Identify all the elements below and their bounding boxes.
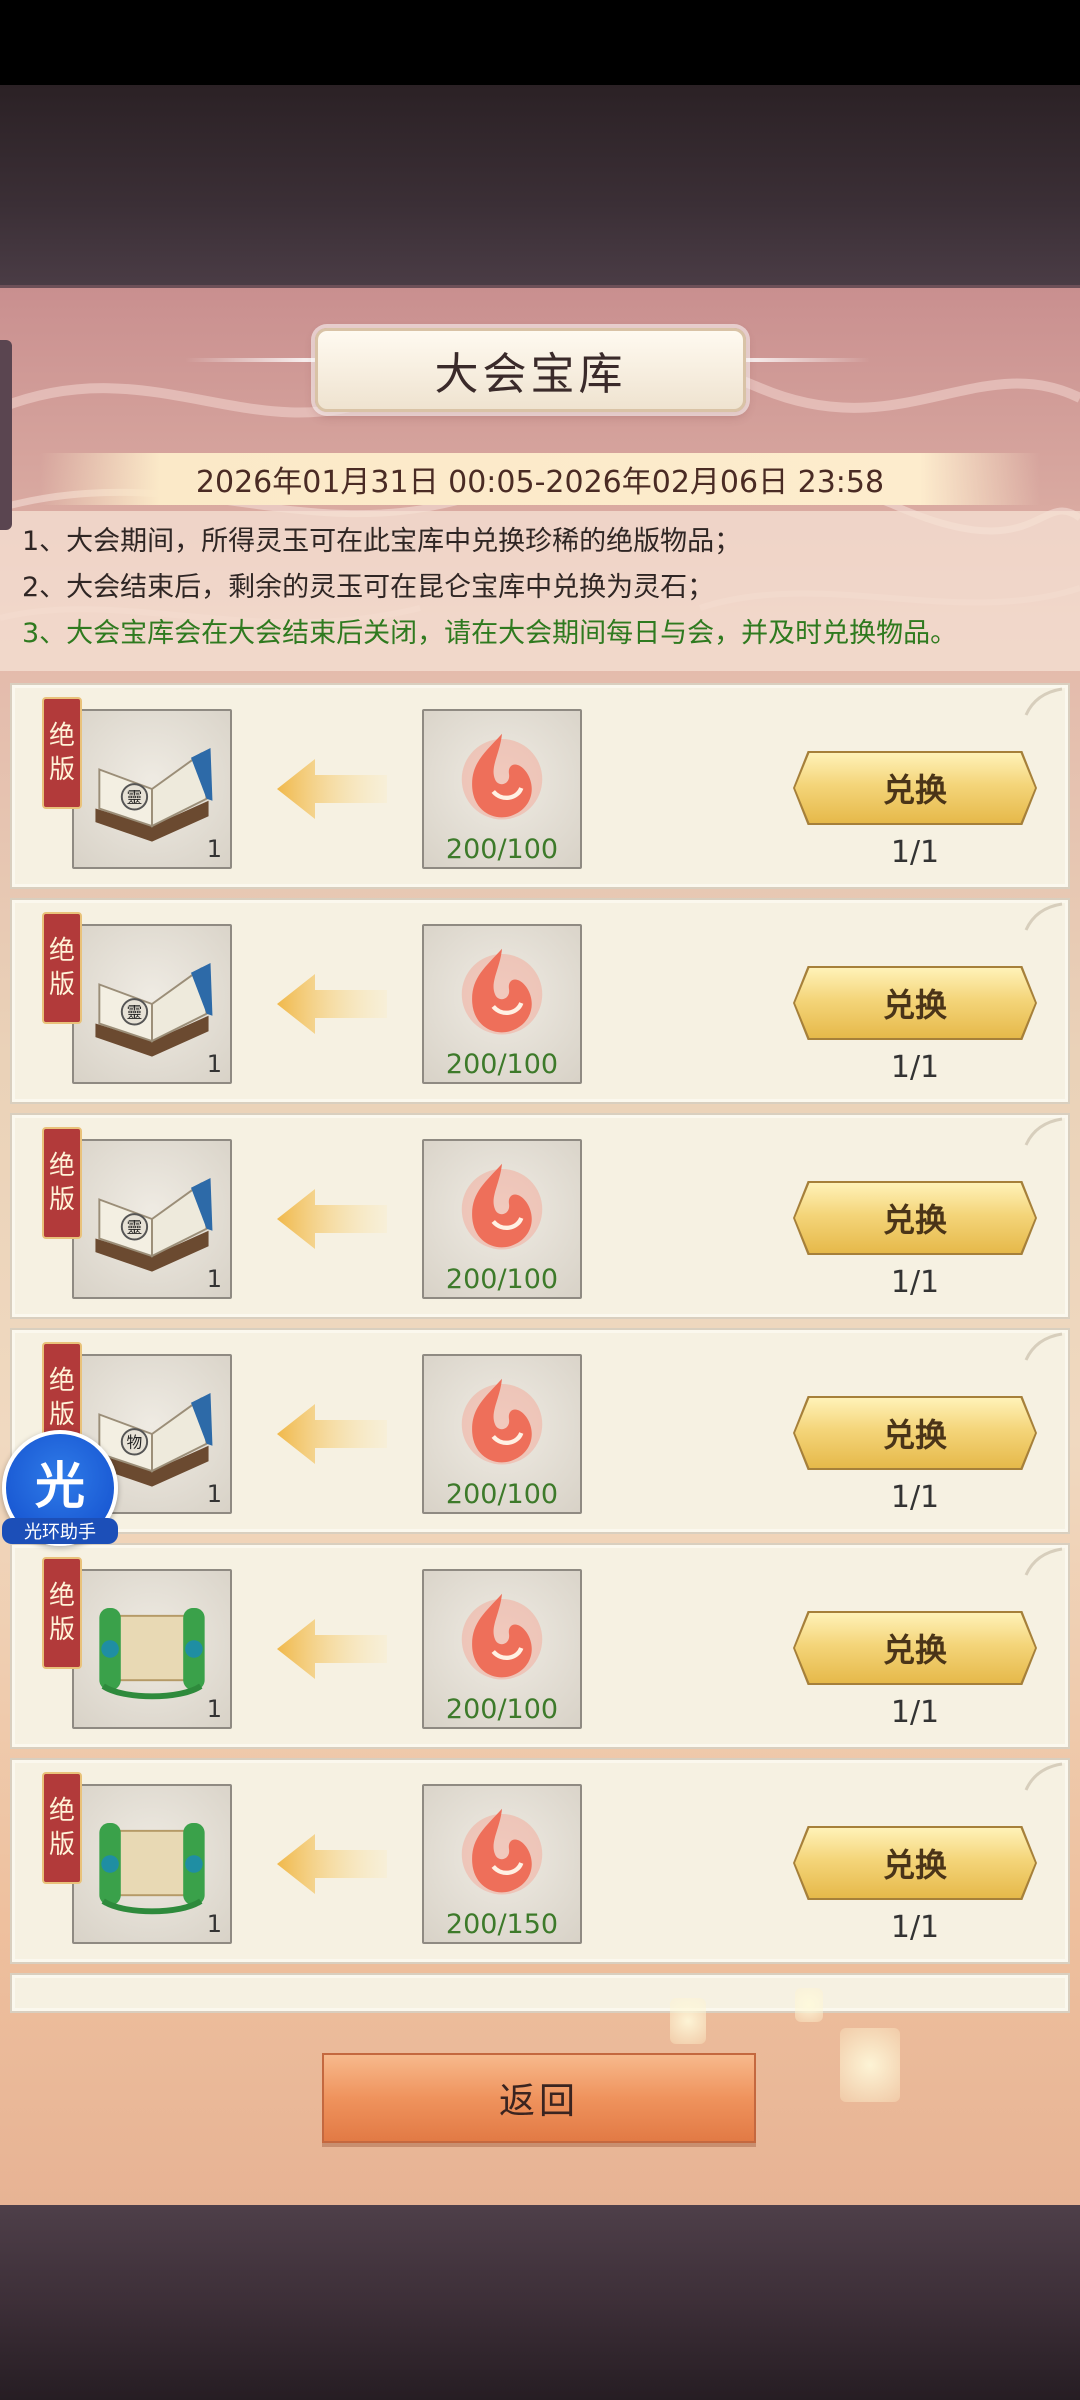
corner-ornament-icon: [1024, 1332, 1063, 1361]
exchange-row: 绝版 靈 1 200/100 兑换 1/1: [10, 898, 1070, 1104]
exchange-button[interactable]: 兑换: [795, 753, 1035, 823]
exchange-button[interactable]: 兑换: [795, 968, 1035, 1038]
status-bar-area: [0, 0, 1080, 85]
exchange-row: 绝版 靈 1 200/100 兑换 1/1: [10, 683, 1070, 889]
rules-box: 1、大会期间，所得灵玉可在此宝库中兑换珍稀的绝版物品； 2、大会结束后，剩余的灵…: [0, 511, 1080, 671]
reward-item-slot[interactable]: 靈 1: [72, 924, 232, 1084]
spirit-jade-icon: [461, 948, 543, 1035]
exchange-row: 绝版 物 1 200/100 兑换 1/1: [10, 1328, 1070, 1534]
treasury-panel: 大会宝库 2026年01月31日 00:05-2026年02月06日 23:58…: [0, 285, 1080, 2211]
side-drawer-handle[interactable]: [0, 340, 12, 530]
item-count: 1: [206, 1050, 222, 1078]
exchange-row: 绝版 靈 1 200/100 兑换 1/1: [10, 1113, 1070, 1319]
rule-2: 2、大会结束后，剩余的灵玉可在昆仑宝库中兑换为灵石；: [22, 572, 715, 603]
item-count: 1: [206, 835, 222, 863]
jade-cost: 200/100: [445, 834, 559, 865]
corner-ornament-icon: [1024, 1547, 1063, 1576]
arrow-left-icon: [277, 1404, 387, 1464]
spirit-jade-icon: [461, 1593, 543, 1680]
arrow-left-icon: [277, 974, 387, 1034]
out-of-print-tag: 绝版: [42, 1772, 82, 1884]
assistant-floating-button[interactable]: 光 光环助手: [2, 1430, 118, 1546]
item-count: 1: [206, 1265, 222, 1293]
corner-ornament-icon: [1024, 687, 1063, 716]
exchange-button[interactable]: 兑换: [795, 1613, 1035, 1683]
svg-text:靈: 靈: [127, 1219, 143, 1237]
arrow-left-icon: [277, 1619, 387, 1679]
title-flourish-right: [740, 358, 870, 362]
svg-text:靈: 靈: [127, 1004, 143, 1022]
item-count: 1: [206, 1480, 222, 1508]
reward-item-slot[interactable]: 靈 1: [72, 1139, 232, 1299]
back-button[interactable]: 返回: [322, 2053, 756, 2143]
exchange-limit: 1/1: [890, 1050, 940, 1085]
lantern-decoration: [795, 1988, 823, 2022]
exchange-row-partial: [10, 1973, 1070, 2013]
date-range: 2026年01月31日 00:05-2026年02月06日 23:58: [195, 465, 885, 500]
exchange-button[interactable]: 兑换: [795, 1183, 1035, 1253]
svg-text:靈: 靈: [127, 789, 143, 807]
spirit-jade-icon: [461, 1808, 543, 1895]
out-of-print-tag: 绝版: [42, 1557, 82, 1669]
date-range-bar: 2026年01月31日 00:05-2026年02月06日 23:58: [40, 453, 1040, 505]
exchange-button[interactable]: 兑换: [795, 1398, 1035, 1468]
out-of-print-tag: 绝版: [42, 912, 82, 1024]
title-plaque: 大会宝库: [315, 328, 746, 412]
corner-ornament-icon: [1024, 1117, 1063, 1146]
backdrop-bottom: [0, 2205, 1080, 2400]
reward-item-slot[interactable]: 1: [72, 1784, 232, 1944]
exchange-button[interactable]: 兑换: [795, 1828, 1035, 1898]
corner-ornament-icon: [1024, 902, 1063, 931]
out-of-print-tag: 绝版: [42, 697, 82, 809]
backdrop-top: [0, 85, 1080, 285]
exchange-limit: 1/1: [890, 1910, 940, 1945]
exchange-limit: 1/1: [890, 1480, 940, 1515]
arrow-left-icon: [277, 1834, 387, 1894]
corner-ornament-icon: [1024, 1762, 1063, 1791]
spirit-jade-slot: 200/100: [422, 1354, 582, 1514]
exchange-list[interactable]: 绝版 靈 1 200/100 兑换 1/1 绝 版 靈 1 200/100 兑换…: [10, 683, 1070, 2268]
item-count: 1: [206, 1695, 222, 1723]
spirit-jade-slot: 200/100: [422, 1569, 582, 1729]
item-count: 1: [206, 1910, 222, 1938]
exchange-limit: 1/1: [890, 1265, 940, 1300]
rule-1: 1、大会期间，所得灵玉可在此宝库中兑换珍稀的绝版物品；: [22, 526, 742, 557]
lantern-decoration: [840, 2028, 900, 2102]
svg-text:物: 物: [127, 1434, 143, 1452]
exchange-row: 绝版 1: [10, 1758, 1070, 1964]
spirit-jade-icon: [461, 1378, 543, 1465]
arrow-left-icon: [277, 1189, 387, 1249]
exchange-row: 绝版 1: [10, 1543, 1070, 1749]
spirit-jade-slot: 200/100: [422, 709, 582, 869]
page-title: 大会宝库: [434, 349, 627, 400]
spirit-jade-icon: [461, 733, 543, 820]
rule-3: 3、大会宝库会在大会结束后关闭，请在大会期间每日与会，并及时兑换物品。: [22, 618, 958, 649]
assistant-logo-icon: 光: [35, 1457, 85, 1515]
assistant-label: 光环助手: [2, 1518, 118, 1544]
out-of-print-tag: 绝版: [42, 1127, 82, 1239]
arrow-left-icon: [277, 759, 387, 819]
jade-cost: 200/100: [445, 1049, 559, 1080]
jade-cost: 200/150: [445, 1909, 559, 1940]
exchange-limit: 1/1: [890, 1695, 940, 1730]
exchange-limit: 1/1: [890, 835, 940, 870]
spirit-jade-slot: 200/150: [422, 1784, 582, 1944]
title-flourish-left: [185, 358, 315, 362]
reward-item-slot[interactable]: 1: [72, 1569, 232, 1729]
jade-cost: 200/100: [445, 1264, 559, 1295]
reward-item-slot[interactable]: 靈 1: [72, 709, 232, 869]
lantern-decoration: [670, 1998, 706, 2044]
spirit-jade-slot: 200/100: [422, 1139, 582, 1299]
spirit-jade-slot: 200/100: [422, 924, 582, 1084]
jade-cost: 200/100: [445, 1479, 559, 1510]
jade-cost: 200/100: [445, 1694, 559, 1725]
spirit-jade-icon: [461, 1163, 543, 1250]
